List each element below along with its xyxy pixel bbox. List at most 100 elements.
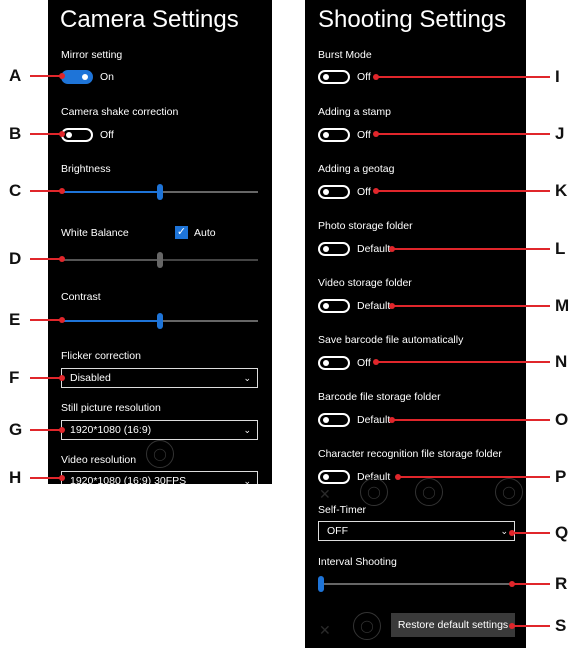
burst-mode-value: Off: [357, 71, 371, 83]
callout-dot: [373, 131, 379, 137]
white-balance-auto-label: Auto: [194, 227, 216, 239]
callout-letter-c: C: [9, 181, 22, 200]
slider-thumb[interactable]: [157, 313, 163, 329]
callout-line: [30, 477, 62, 479]
callout-letter-a: A: [9, 66, 22, 85]
photo-folder-label: Photo storage folder: [318, 220, 413, 232]
burst-mode-toggle[interactable]: [318, 70, 350, 84]
white-balance-auto-checkbox[interactable]: ✓: [175, 226, 188, 239]
barcode-auto-toggle[interactable]: [318, 356, 350, 370]
interval-shooting-slider[interactable]: [318, 576, 515, 592]
callout-line: [376, 190, 550, 192]
callout-dot: [509, 623, 515, 629]
callout-letter-m: M: [555, 296, 570, 315]
timer-ghost-icon: ◯: [353, 612, 381, 640]
toggle-knob: [323, 189, 329, 195]
shooting-settings-title: Shooting Settings: [318, 6, 507, 33]
white-balance-slider[interactable]: [61, 252, 258, 268]
callout-line: [512, 625, 550, 627]
geotag-toggle[interactable]: [318, 185, 350, 199]
toggle-knob: [323, 360, 329, 366]
flicker-correction-select[interactable]: Disabled ⌄: [61, 368, 258, 388]
shake-correction-toggle[interactable]: [61, 128, 93, 142]
callout-letter-r: R: [555, 574, 568, 593]
callout-line: [398, 476, 550, 478]
callout-letter-h: H: [9, 468, 22, 487]
flicker-correction-label: Flicker correction: [61, 350, 141, 362]
brightness-slider[interactable]: [61, 184, 258, 200]
barcode-auto-value: Off: [357, 357, 371, 369]
contrast-slider[interactable]: [61, 313, 258, 329]
geotag-label: Adding a geotag: [318, 163, 395, 175]
chevron-down-icon: ⌄: [243, 425, 251, 435]
stamp-toggle[interactable]: [318, 128, 350, 142]
mirror-value: On: [100, 71, 115, 83]
video-resolution-label: Video resolution: [61, 454, 137, 466]
callout-line: [376, 361, 550, 363]
toggle-knob: [323, 417, 329, 423]
callout-letter-f: F: [9, 368, 20, 387]
self-timer-select[interactable]: OFF ⌄: [318, 521, 515, 541]
char-recognition-folder-toggle[interactable]: [318, 470, 350, 484]
still-resolution-select[interactable]: 1920*1080 (16:9) ⌄: [61, 420, 258, 440]
toggle-knob: [323, 132, 329, 138]
callout-line: [392, 419, 550, 421]
timer-ghost-icon: ◯: [360, 478, 388, 506]
callout-line: [392, 248, 550, 250]
callout-letter-j: J: [555, 124, 565, 143]
still-resolution-value: 1920*1080 (16:9): [70, 424, 152, 436]
slider-fill: [61, 259, 160, 261]
restore-defaults-button[interactable]: Restore default settings: [391, 613, 515, 637]
callout-letter-b: B: [9, 124, 22, 143]
callout-dot: [59, 131, 65, 137]
callout-letter-d: D: [9, 249, 22, 268]
slider-track: [321, 583, 515, 585]
barcode-folder-toggle[interactable]: [318, 413, 350, 427]
callout-dot: [59, 375, 65, 381]
burst-mode-label: Burst Mode: [318, 49, 372, 61]
contrast-label: Contrast: [61, 291, 101, 303]
self-timer-label: Self-Timer: [318, 504, 367, 516]
callout-dot: [389, 417, 395, 423]
callout-dot: [59, 73, 65, 79]
geotag-value: Off: [357, 186, 371, 198]
callout-dot: [373, 359, 379, 365]
callout-dot: [59, 317, 65, 323]
char-recognition-folder-label: Character recognition file storage folde…: [318, 448, 502, 460]
callout-dot: [389, 303, 395, 309]
callout-line: [30, 133, 62, 135]
callout-dot: [373, 74, 379, 80]
callout-line: [30, 377, 62, 379]
slider-fill: [61, 191, 160, 193]
mirror-toggle[interactable]: [61, 70, 93, 84]
toggle-knob: [323, 74, 329, 80]
video-folder-toggle[interactable]: [318, 299, 350, 313]
video-resolution-select[interactable]: 1920*1080 (16:9) 30FPS ⌄: [61, 471, 258, 484]
callout-line: [376, 133, 550, 135]
callout-dot: [59, 475, 65, 481]
callout-dot: [59, 256, 65, 262]
video-resolution-value: 1920*1080 (16:9) 30FPS: [70, 475, 187, 484]
slider-fill: [61, 320, 160, 322]
callout-letter-s: S: [555, 616, 567, 635]
flicker-correction-value: Disabled: [70, 372, 111, 384]
video-folder-value: Default: [357, 300, 391, 312]
callout-letter-k: K: [555, 181, 568, 200]
barcode-folder-label: Barcode file storage folder: [318, 391, 441, 403]
close-ghost-icon: ✕: [319, 622, 331, 638]
shooting-settings-panel: Shooting Settings Burst Mode Off Adding …: [305, 0, 526, 648]
slider-thumb[interactable]: [157, 184, 163, 200]
shake-correction-label: Camera shake correction: [61, 106, 179, 118]
slider-thumb[interactable]: [318, 576, 324, 592]
callout-letter-p: P: [555, 467, 567, 486]
slider-thumb[interactable]: [157, 252, 163, 268]
callout-line: [376, 76, 550, 78]
mode-ghost-icon: ◯: [415, 478, 443, 506]
callout-letter-g: G: [9, 420, 23, 439]
chevron-down-icon: ⌄: [243, 476, 251, 484]
toggle-knob: [66, 132, 72, 138]
photo-folder-toggle[interactable]: [318, 242, 350, 256]
callout-dot: [509, 530, 515, 536]
callout-letter-e: E: [9, 310, 21, 329]
slider-track: [160, 191, 258, 193]
